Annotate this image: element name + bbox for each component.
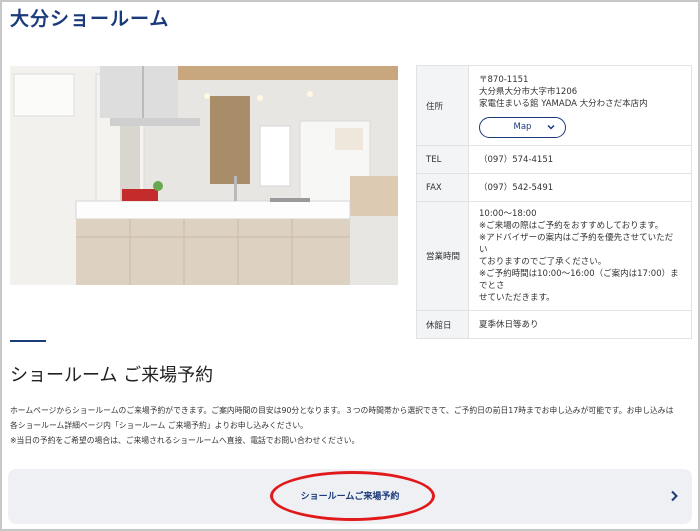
hours-line: せていただきます。	[479, 293, 555, 303]
hours-value: 10:00～18:00 ※ご来場の際はご予約をおすすめしております。 ※アドバイ…	[468, 201, 692, 311]
description-line: ※当日の予約をご希望の場合は、ご来場されるショールームへ直接、電話でお問い合わせ…	[10, 436, 360, 445]
closed-label: 休館日	[416, 310, 469, 339]
section-divider	[10, 340, 46, 342]
address-label: 住所	[416, 65, 469, 146]
address-line-1: 大分県大分市大字市1206	[479, 86, 578, 97]
hours-label: 営業時間	[416, 201, 469, 311]
hours-line: 10:00～18:00	[479, 209, 537, 219]
hours-line: ておりますのでご了承ください。	[479, 257, 607, 267]
address-row: 住所 〒870-1151 大分県大分市大字市1206 家電住まいる館 YAMAD…	[416, 65, 692, 146]
reservation-button-label: ショールームご来場予約	[300, 492, 400, 502]
map-button-label: Map	[513, 122, 532, 132]
fax-value: （097）542-5491	[468, 173, 692, 202]
hours-line: ※ご予約時間は10:00～16:00（ご案内は17:00）までとさ	[479, 269, 679, 291]
showroom-photo	[10, 66, 398, 285]
address-value: 〒870-1151 大分県大分市大字市1206 家電住まいる館 YAMADA 大…	[468, 65, 692, 146]
fax-row: FAX （097）542-5491	[416, 173, 692, 202]
chevron-right-icon	[671, 490, 678, 502]
closed-row: 休館日 夏季休日等あり	[416, 310, 692, 339]
address-line-2: 家電住まいる館 YAMADA 大分わさだ本店内	[479, 98, 648, 109]
map-button[interactable]: Map	[479, 116, 566, 138]
reservation-description: ホームページからショールームのご来場予約ができます。ご案内時間の目安は90分とな…	[10, 403, 694, 448]
hours-row: 営業時間 10:00～18:00 ※ご来場の際はご予約をおすすめしております。 …	[416, 201, 692, 311]
tel-label: TEL	[416, 145, 469, 174]
reservation-button[interactable]: ショールームご来場予約	[8, 469, 692, 524]
description-line: 各ショールーム詳細ページ内「ショールーム ご来場予約」よりお申し込みください。	[10, 421, 308, 430]
closed-value: 夏季休日等あり	[468, 310, 692, 339]
showroom-info-table: 住所 〒870-1151 大分県大分市大字市1206 家電住まいる館 YAMAD…	[416, 65, 692, 339]
chevron-down-icon	[547, 124, 555, 130]
tel-value: （097）574-4151	[468, 145, 692, 174]
hours-line: ※アドバイザーの案内はご予約を優先させていただい	[479, 233, 674, 255]
hours-line: ※ご来場の際はご予約をおすすめしております。	[479, 221, 664, 231]
fax-label: FAX	[416, 173, 469, 202]
postal-code: 〒870-1151	[479, 74, 529, 85]
page-title: 大分ショールーム	[10, 8, 170, 30]
tel-row: TEL （097）574-4151	[416, 145, 692, 174]
reservation-section-title: ショールーム ご来場予約	[10, 365, 214, 386]
description-line: ホームページからショールームのご来場予約ができます。ご案内時間の目安は90分とな…	[10, 406, 674, 415]
